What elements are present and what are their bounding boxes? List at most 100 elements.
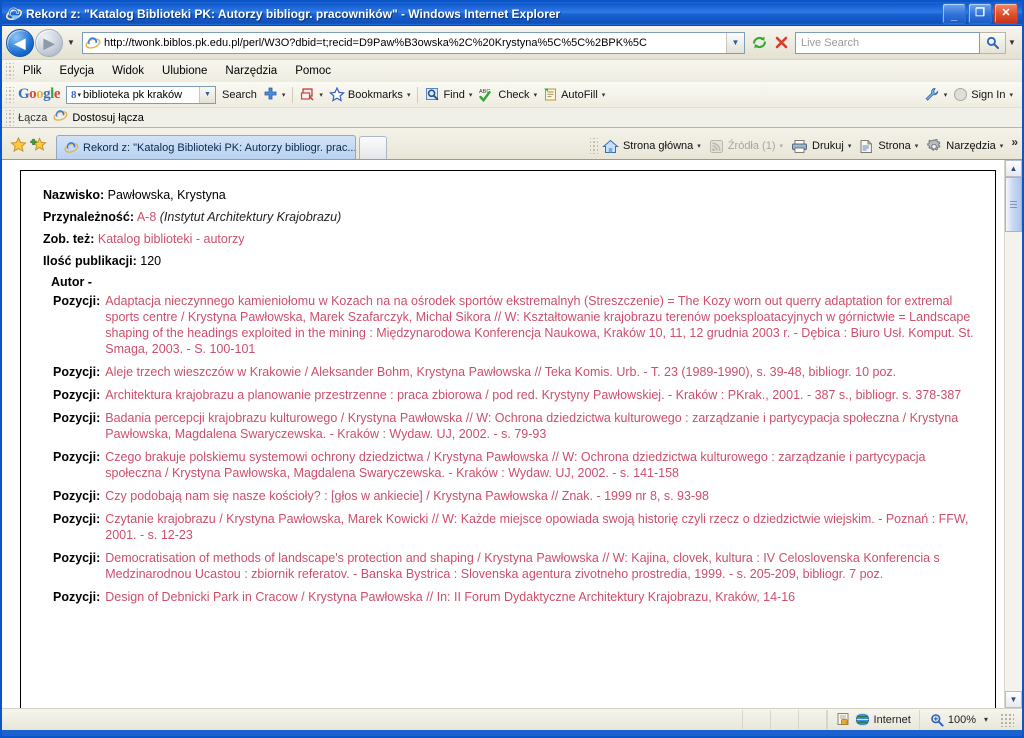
field-nazwisko: Nazwisko: Pawłowska, Krystyna (43, 185, 981, 206)
search-go-button[interactable] (980, 31, 1006, 54)
status-cell-3 (771, 709, 799, 730)
favorites-center-button[interactable] (8, 135, 28, 155)
entry-citation[interactable]: Czytanie krajobrazu / Krystyna Pawłowska… (105, 511, 981, 543)
resize-grip[interactable] (1000, 712, 1014, 727)
gear-icon (927, 138, 941, 151)
entry-citation[interactable]: Adaptacja nieczynnego kamieniołomu w Koz… (105, 293, 981, 357)
browser-tab-active[interactable]: Rekord z: "Katalog Biblioteki PK: Autorz… (56, 135, 356, 159)
search-options-button[interactable]: ▼ (1006, 32, 1018, 54)
forward-button[interactable]: ▶ (35, 28, 63, 57)
print-button[interactable]: Drukuj ▾ (787, 139, 855, 154)
google-signin-button[interactable]: Sign In ▾ (950, 87, 1016, 102)
url-text[interactable]: http://twonk.biblos.pk.edu.pl/perl/W3O?d… (104, 37, 726, 49)
command-bar-grip-handle[interactable] (589, 138, 598, 154)
vertical-scrollbar[interactable]: ▲ ▼ (1004, 160, 1022, 708)
home-button-label: Strona główna (622, 140, 694, 152)
google-find-button[interactable]: Find ▾ (422, 87, 475, 102)
scrollbar-thumb[interactable] (1005, 177, 1022, 232)
feeds-button[interactable]: Źródła (1) ▾ (705, 139, 787, 154)
add-to-favorites-button[interactable] (28, 135, 48, 155)
star-icon (9, 137, 27, 153)
scroll-up-button[interactable]: ▲ (1005, 160, 1022, 177)
entry-citation[interactable]: Badania percepcji krajobrazu kulturowego… (105, 410, 981, 442)
close-icon: ✕ (1001, 7, 1011, 19)
customize-links-item[interactable]: Dostosuj łącza (68, 112, 144, 124)
browser-window: Rekord z: "Katalog Biblioteki PK: Autorz… (0, 0, 1024, 738)
tab-title: Rekord z: "Katalog Biblioteki PK: Autorz… (83, 141, 356, 154)
google-search-input[interactable]: 8 ▾ biblioteka pk kraków ▼ (66, 85, 217, 104)
google-check-button[interactable]: ABC Check ▾ (475, 87, 540, 102)
field-przynaleznosc-institute: (Instytut Architektury Krajobrazu) (156, 210, 342, 224)
menu-item-narzedzia[interactable]: Narzędzia (216, 63, 286, 79)
google-autofill-button[interactable]: AutoFill ▾ (540, 87, 608, 102)
google-query-text[interactable]: biblioteka pk kraków (83, 89, 199, 101)
google-plus-button[interactable]: ▾ (260, 87, 289, 102)
google-search-button[interactable]: Search (216, 89, 260, 101)
internet-globe-icon (854, 713, 870, 726)
google-g-icon: 8 (71, 88, 77, 101)
entry-label: Pozycji: (53, 388, 101, 402)
scrollbar-grip-icon (1010, 201, 1017, 208)
minimize-button[interactable]: _ (942, 3, 966, 24)
internet-explorer-icon (6, 6, 22, 22)
close-button[interactable]: ✕ (994, 3, 1018, 24)
menu-grip-handle[interactable] (6, 63, 14, 79)
entry-row: Pozycji: Czytanie krajobrazu / Krystyna … (43, 511, 981, 543)
google-toolbar-grip-handle[interactable] (6, 86, 14, 103)
entry-citation[interactable]: Czego brakuje polskiemu systemowi ochron… (105, 449, 981, 481)
page-button[interactable]: Strona ▾ (855, 139, 922, 154)
refresh-button[interactable] (748, 32, 770, 54)
back-button[interactable]: ◀ (6, 28, 34, 57)
menu-item-plik[interactable]: Plik (14, 63, 51, 79)
command-bar: Strona główna ▾ Źródła (1) ▾ Drukuj ▾ St… (589, 133, 1022, 159)
tools-button[interactable]: Narzędzia ▾ (922, 138, 1007, 154)
scroll-down-button[interactable]: ▼ (1005, 691, 1022, 708)
menu-item-pomoc[interactable]: Pomoc (286, 63, 340, 79)
navigation-bar: ◀ ▶ ▼ http://twonk.biblos.pk.edu.pl/perl… (2, 26, 1022, 60)
google-signin-label: Sign In (971, 88, 1006, 101)
field-zob-tez-label: Zob. też: (43, 232, 95, 246)
stop-button[interactable] (770, 32, 792, 54)
entry-citation[interactable]: Design of Debnicki Park in Cracow / Krys… (105, 589, 981, 605)
address-dropdown-button[interactable]: ▼ (726, 32, 744, 53)
google-settings-button[interactable]: ▾ (921, 87, 951, 102)
chevron-down-icon: ▾ (533, 91, 538, 99)
entry-citation[interactable]: Democratisation of methods of landscape'… (105, 550, 981, 582)
menu-item-ulubione[interactable]: Ulubione (153, 63, 216, 79)
google-share-button[interactable]: ▾ (297, 87, 326, 102)
page-favicon (85, 35, 101, 51)
print-button-label: Drukuj (812, 140, 844, 152)
entry-label: Pozycji: (53, 590, 101, 604)
command-bar-overflow-button[interactable]: » (1011, 135, 1018, 157)
menu-item-edycja[interactable]: Edycja (51, 63, 104, 79)
address-bar[interactable]: http://twonk.biblos.pk.edu.pl/perl/W3O?d… (82, 31, 745, 54)
entry-label: Pozycji: (53, 294, 101, 308)
catalog-authors-link[interactable]: Katalog biblioteki - autorzy (98, 232, 245, 246)
entry-citation[interactable]: Architektura krajobrazu a planowanie prz… (105, 387, 981, 403)
security-zone-indicator[interactable]: Internet (826, 709, 919, 730)
zoom-icon (931, 713, 944, 727)
zoom-control[interactable]: 100% ▾ (918, 709, 1022, 730)
field-przynaleznosc-value: A-8 (136, 210, 157, 224)
field-przynaleznosc: Przynależność: A-8 (Instytut Architektur… (43, 207, 981, 228)
history-dropdown-button[interactable]: ▼ (64, 30, 78, 56)
entry-row: Pozycji: Badania percepcji krajobrazu ku… (43, 410, 981, 442)
window-bottom-edge (2, 730, 1022, 736)
entry-citation[interactable]: Czy podobają nam się nasze kościoły? : [… (105, 488, 981, 504)
new-tab-button[interactable] (359, 136, 387, 159)
search-icon (986, 36, 999, 49)
google-bookmarks-button[interactable]: Bookmarks ▾ (326, 87, 414, 102)
restore-button[interactable]: ❐ (968, 3, 992, 24)
google-query-dropdown[interactable]: ▼ (199, 86, 216, 103)
links-bar-grip-handle[interactable] (6, 109, 14, 126)
home-button[interactable]: Strona główna ▾ (598, 139, 705, 154)
spellcheck-icon: ABC (479, 89, 492, 102)
entry-citation[interactable]: Aleje trzech wieszczów w Krakowie / Alek… (105, 364, 981, 380)
search-input[interactable]: Live Search (795, 31, 980, 54)
menu-item-widok[interactable]: Widok (103, 63, 153, 79)
google-toolbar-right: ▾ Sign In ▾ (921, 87, 1022, 102)
entry-label: Pozycji: (53, 489, 101, 503)
entry-label: Pozycji: (53, 450, 101, 464)
scrollbar-track[interactable] (1005, 232, 1022, 691)
toolbar-separator (292, 86, 294, 103)
